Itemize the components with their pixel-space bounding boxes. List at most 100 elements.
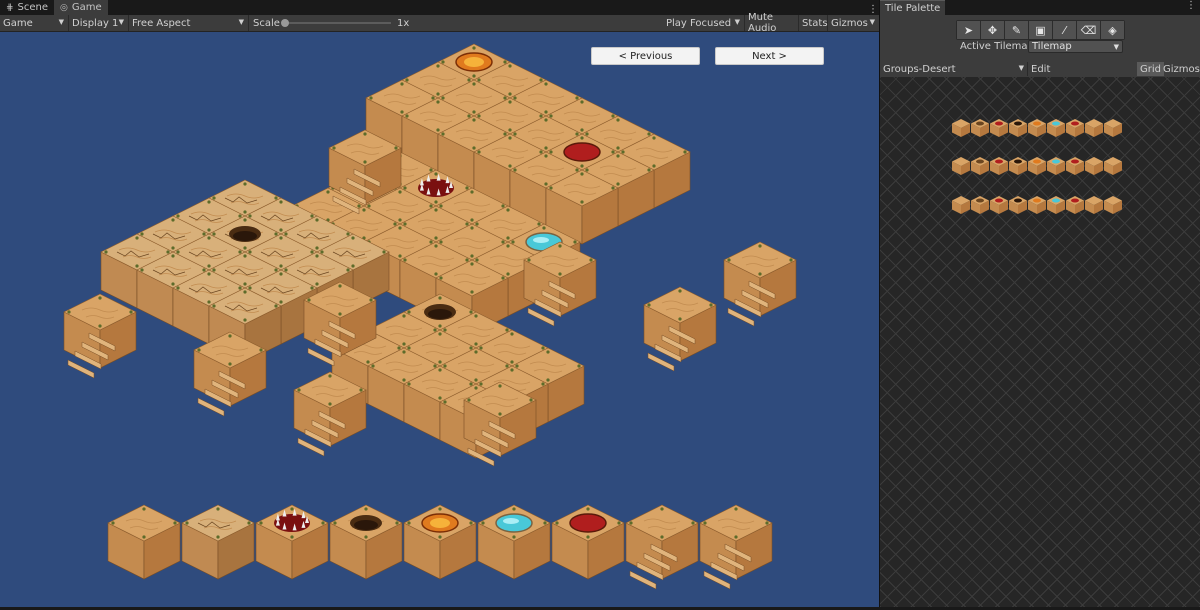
grid-icon: ⋕ — [6, 2, 14, 13]
play-mode-dropdown[interactable]: Play Focused ▼ — [663, 15, 745, 31]
stair-block — [63, 293, 137, 379]
palette-tiles — [952, 119, 1122, 214]
palette-tile[interactable] — [1066, 119, 1084, 137]
palette-grid[interactable] — [880, 77, 1200, 607]
active-tilemap-value: Tilemap — [1032, 41, 1072, 52]
view-dropdown[interactable]: Game ▼ — [0, 15, 69, 31]
previous-button[interactable]: < Previous — [591, 47, 700, 65]
sample-tile — [477, 504, 551, 580]
chevron-down-icon: ▼ — [118, 18, 124, 26]
palette-tile[interactable] — [1047, 119, 1065, 137]
palette-tile[interactable] — [990, 196, 1008, 214]
next-button[interactable]: Next > — [715, 47, 824, 65]
sample-tile — [403, 504, 477, 580]
game-viewport[interactable]: < Previous Next > — [0, 32, 879, 607]
stair-block — [523, 241, 597, 327]
palette-tile[interactable] — [971, 119, 989, 137]
select-tool-icon[interactable]: ➤ — [957, 21, 981, 39]
palette-tile[interactable] — [990, 157, 1008, 175]
display-dropdown-label: Display 1 — [72, 17, 119, 29]
palette-tile[interactable] — [952, 196, 970, 214]
palette-tile[interactable] — [1066, 157, 1084, 175]
palette-tile[interactable] — [1085, 157, 1103, 175]
palette-tile[interactable] — [1047, 157, 1065, 175]
palette-tile[interactable] — [1085, 119, 1103, 137]
stair-block — [643, 286, 717, 372]
isometric-scene — [63, 43, 797, 590]
tile-palette-window: Tile Palette ⋮ ➤ ✥ ✎ ▣ ⁄ ⌫ ◈ Active Tile… — [880, 0, 1200, 607]
sample-tile — [181, 504, 255, 580]
aspect-dropdown[interactable]: Free Aspect ▼ — [129, 15, 249, 31]
stats-button[interactable]: Stats — [799, 15, 828, 31]
paint-tool-icon[interactable]: ✎ — [1005, 21, 1029, 39]
chevron-down-icon: ▼ — [58, 18, 64, 26]
move-tool-icon[interactable]: ✥ — [981, 21, 1005, 39]
palette-tile[interactable] — [1028, 157, 1046, 175]
active-tilemap-dropdown[interactable]: Tilemap ▼ — [1028, 40, 1123, 53]
tab-scene[interactable]: ⋕ Scene — [0, 0, 54, 15]
gizmos-dropdown[interactable]: Gizmos ▼ — [828, 15, 879, 31]
play-mode-label: Play Focused — [666, 17, 732, 29]
palette-tile[interactable] — [971, 196, 989, 214]
game-window: ⋕ Scene ◎ Game ⋮ Game ▼ Display 1 ▼ Free A… — [0, 0, 879, 607]
palette-tile[interactable] — [1009, 157, 1027, 175]
display-dropdown[interactable]: Display 1 ▼ — [69, 15, 129, 31]
stats-label: Stats — [802, 17, 828, 29]
mute-audio-label: Mute Audio — [748, 12, 777, 34]
palette-dropdown[interactable]: Groups-Desert ▼ — [880, 62, 1028, 76]
palette-name: Groups-Desert — [883, 63, 956, 75]
scale-label: Scale — [253, 17, 280, 29]
palette-tile[interactable] — [1104, 157, 1122, 175]
tab-game[interactable]: ◎ Game — [54, 0, 108, 15]
scale-slider-handle[interactable] — [281, 19, 289, 27]
chevron-down-icon: ▼ — [1018, 64, 1024, 72]
palette-tile[interactable] — [990, 119, 1008, 137]
stair-block — [463, 381, 537, 467]
palette-toolbar: Groups-Desert ▼ Edit Grid Gizmos — [880, 61, 1200, 78]
sample-tile — [255, 504, 329, 580]
sample-tile — [625, 504, 699, 590]
palette-tabbar: Tile Palette ⋮ — [880, 0, 1200, 15]
stair-block — [723, 241, 797, 327]
game-toolbar: Game ▼ Display 1 ▼ Free Aspect ▼ Scale 1x P… — [0, 12, 879, 34]
scale-slider-track[interactable] — [283, 22, 391, 24]
palette-tile[interactable] — [971, 157, 989, 175]
palette-tile[interactable] — [1047, 196, 1065, 214]
tab-scene-label: Scene — [17, 2, 49, 13]
sample-tile — [329, 504, 403, 580]
palette-tile[interactable] — [1028, 196, 1046, 214]
more-options-icon[interactable]: ⋮ — [1186, 0, 1196, 11]
palette-tile[interactable] — [1104, 119, 1122, 137]
gizmos-label: Gizmos — [831, 17, 868, 29]
edit-button[interactable]: Edit — [1028, 62, 1053, 76]
palette-gizmos-toggle[interactable]: Gizmos — [1160, 62, 1200, 76]
tab-game-label: Game — [71, 2, 102, 13]
stair-block — [193, 331, 267, 417]
palette-tile[interactable] — [1104, 196, 1122, 214]
palette-tile[interactable] — [1009, 196, 1027, 214]
mute-audio-button[interactable]: Mute Audio — [745, 12, 799, 34]
palette-tile[interactable] — [1009, 119, 1027, 137]
sample-tile — [551, 504, 625, 580]
palette-tile[interactable] — [1066, 196, 1084, 214]
palette-tile[interactable] — [1028, 119, 1046, 137]
more-options-icon[interactable]: ⋮ — [867, 4, 879, 15]
active-tilemap-label: Active Tilemap — [960, 41, 1034, 52]
palette-tile[interactable] — [952, 119, 970, 137]
chevron-down-icon: ▼ — [869, 18, 875, 26]
sample-tile — [107, 504, 181, 580]
palette-tile[interactable] — [952, 157, 970, 175]
eraser-tool-icon[interactable]: ⌫ — [1077, 21, 1101, 39]
box-fill-tool-icon[interactable]: ▣ — [1029, 21, 1053, 39]
chevron-down-icon: ▼ — [1113, 43, 1119, 51]
chevron-down-icon: ▼ — [238, 18, 244, 26]
picker-tool-icon[interactable]: ⁄ — [1053, 21, 1077, 39]
scale-control: Scale 1x — [249, 15, 663, 31]
gamepad-icon: ◎ — [60, 2, 68, 13]
sample-tile — [699, 504, 773, 590]
scale-value: 1x — [397, 17, 410, 29]
fill-tool-icon[interactable]: ◈ — [1101, 21, 1124, 39]
palette-tile[interactable] — [1085, 196, 1103, 214]
tab-tile-palette[interactable]: Tile Palette — [880, 0, 946, 15]
stair-block — [293, 371, 367, 457]
